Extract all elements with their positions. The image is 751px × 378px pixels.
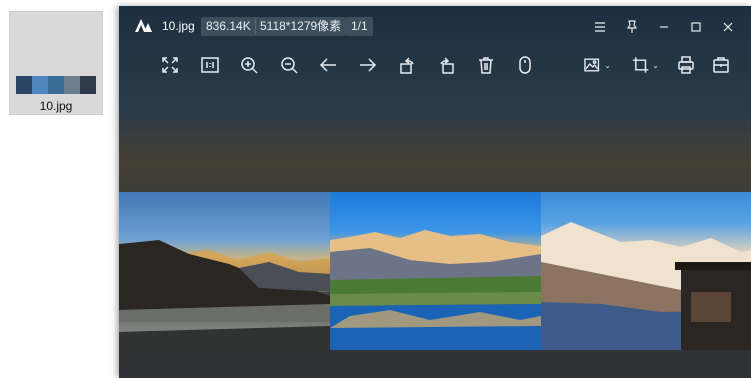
- file-size-badge: 836.14K: [201, 17, 256, 36]
- file-name-label: 10.jpg: [39, 99, 73, 113]
- minimize-icon: [660, 26, 668, 28]
- rotate-right-button[interactable]: [435, 53, 459, 77]
- image-dimensions-badge: 5118*1279像素: [255, 17, 347, 36]
- window-title: 10.jpg: [162, 19, 195, 33]
- panorama-panel-right: [541, 192, 751, 350]
- file-tile[interactable]: 10.jpg: [9, 11, 103, 115]
- delete-button[interactable]: [474, 53, 498, 77]
- rotate-left-button[interactable]: [395, 53, 419, 77]
- delete-icon: [479, 57, 493, 74]
- zoom-out-icon: [281, 57, 298, 74]
- panorama-panel-center: [330, 192, 541, 350]
- pin-button[interactable]: [621, 16, 643, 38]
- previous-button[interactable]: [316, 53, 340, 77]
- chevron-down-icon: ⌄: [652, 60, 659, 70]
- rotate-right-icon: [440, 57, 454, 74]
- print-icon: [678, 56, 694, 74]
- maximize-button[interactable]: [685, 16, 707, 38]
- app-logo-icon: [135, 19, 152, 32]
- page-indicator-badge: 1/1: [346, 17, 373, 36]
- image-tools-dropdown[interactable]: ⌄: [583, 53, 611, 77]
- pin-icon: [626, 20, 638, 33]
- image-canvas[interactable]: [119, 192, 751, 350]
- next-button[interactable]: [356, 53, 380, 77]
- actual-size-icon: [201, 57, 219, 73]
- rotate-left-icon: [400, 57, 414, 74]
- image-tools-icon: [584, 58, 600, 72]
- open-with-icon: [713, 57, 729, 73]
- crop-dropdown[interactable]: ⌄: [631, 53, 659, 77]
- zoom-out-button[interactable]: [277, 53, 301, 77]
- actual-size-button[interactable]: [198, 53, 222, 77]
- file-thumbnail: [16, 76, 96, 94]
- chevron-down-icon: ⌄: [604, 60, 611, 70]
- close-button[interactable]: [717, 16, 739, 38]
- crop-icon: [632, 57, 649, 73]
- zoom-in-icon: [241, 57, 258, 74]
- next-icon: [360, 58, 377, 72]
- minimize-button[interactable]: [653, 16, 675, 38]
- menu-button[interactable]: [589, 16, 611, 38]
- mouse-icon: [519, 56, 531, 74]
- open-with-button[interactable]: [709, 53, 733, 77]
- mouse-mode-button[interactable]: [513, 53, 537, 77]
- image-viewer-window: 10.jpg 836.14K 5118*1279像素 1/1 ⌄ ⌄: [119, 6, 751, 378]
- maximize-icon: [691, 22, 701, 32]
- print-button[interactable]: [674, 53, 698, 77]
- previous-icon: [319, 58, 336, 72]
- close-icon: [723, 22, 733, 32]
- zoom-in-button[interactable]: [237, 53, 261, 77]
- title-bar: 10.jpg 836.14K 5118*1279像素 1/1: [119, 6, 751, 46]
- fullscreen-icon: [162, 57, 178, 73]
- panorama-panel-left: [119, 192, 330, 350]
- menu-icon: [595, 22, 605, 32]
- fullscreen-button[interactable]: [158, 53, 182, 77]
